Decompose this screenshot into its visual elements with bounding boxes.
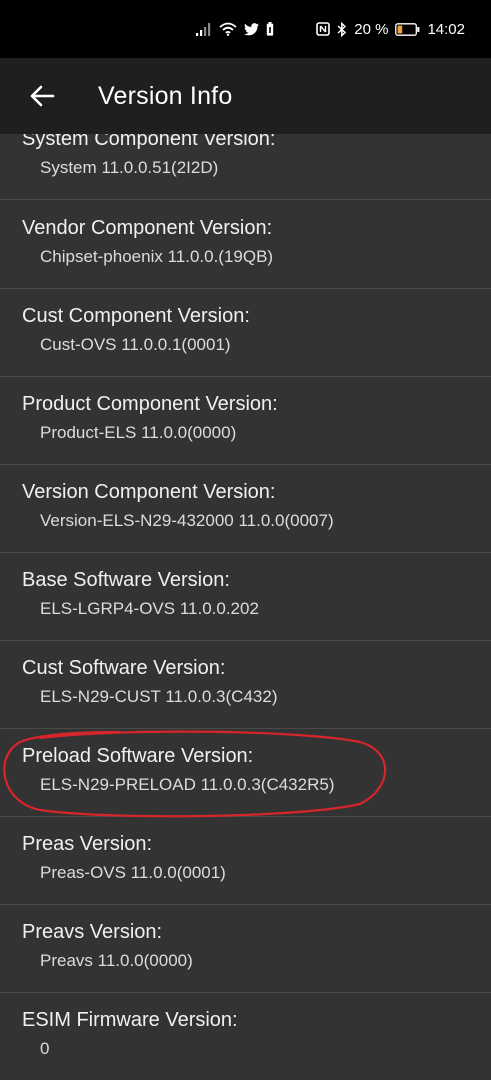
- status-bar: 20 % 14:02: [0, 0, 491, 58]
- battery-saver-icon: [266, 22, 274, 36]
- list-item-cust-component: Cust Component Version: Cust-OVS 11.0.0.…: [0, 289, 491, 377]
- item-value: Preavs 11.0.0(0000): [40, 951, 193, 970]
- item-label: Cust Component Version:: [22, 305, 250, 327]
- item-value: ELS-N29-PRELOAD 11.0.0.3(C432R5): [40, 775, 335, 794]
- app-bar: Version Info: [0, 58, 491, 134]
- item-label: Preas Version:: [22, 833, 153, 855]
- list-item-preload-software: Preload Software Version: ELS-N29-PRELOA…: [0, 729, 491, 817]
- item-value: Chipset-phoenix 11.0.0.(19QB): [40, 247, 274, 266]
- item-value: ELS-LGRP4-OVS 11.0.0.202: [40, 599, 259, 618]
- nfc-icon: [316, 22, 331, 36]
- list-item-base-software: Base Software Version: ELS-LGRP4-OVS 11.…: [0, 553, 491, 641]
- signal-icon: [196, 22, 212, 36]
- twitter-icon: [244, 22, 260, 36]
- item-value: Version-ELS-N29-432000 11.0.0(0007): [40, 511, 334, 530]
- list-item-preavs: Preavs Version: Preavs 11.0.0(0000): [0, 905, 491, 993]
- item-label: Preavs Version:: [22, 921, 163, 943]
- bluetooth-icon: [337, 21, 347, 37]
- item-value: Product-ELS 11.0.0(0000): [40, 423, 237, 442]
- item-value: 0: [40, 1039, 50, 1058]
- clock: 14:02: [427, 20, 465, 38]
- item-label: Product Component Version:: [22, 393, 278, 415]
- item-label: Preload Software Version:: [22, 745, 254, 767]
- list-item-cust-software: Cust Software Version: ELS-N29-CUST 11.0…: [0, 641, 491, 729]
- list-item-version-component: Version Component Version: Version-ELS-N…: [0, 465, 491, 553]
- list-item-preas: Preas Version: Preas-OVS 11.0.0(0001): [0, 817, 491, 905]
- item-value: Preas-OVS 11.0.0(0001): [40, 863, 226, 882]
- battery-icon: [395, 22, 420, 36]
- arrow-left-icon: [30, 85, 55, 107]
- item-value: System 11.0.0.51(2I2D): [40, 158, 219, 177]
- back-button[interactable]: [22, 76, 62, 116]
- item-label: ESIM Firmware Version:: [22, 1009, 238, 1031]
- item-value: Cust-OVS 11.0.0.1(0001): [40, 335, 231, 354]
- list-item-product-component: Product Component Version: Product-ELS 1…: [0, 377, 491, 465]
- wifi-icon: [219, 22, 237, 36]
- item-value: ELS-N29-CUST 11.0.0.3(C432): [40, 687, 278, 706]
- item-label: Vendor Component Version:: [22, 217, 273, 239]
- item-label: Cust Software Version:: [22, 657, 226, 679]
- version-info-list[interactable]: System Component Version: System 11.0.0.…: [0, 112, 491, 1080]
- battery-percent: 20 %: [354, 20, 389, 38]
- item-label: Version Component Version:: [22, 481, 276, 503]
- item-label: Base Software Version:: [22, 569, 230, 591]
- list-item-esim-firmware: ESIM Firmware Version: 0: [0, 993, 491, 1080]
- page-title: Version Info: [98, 81, 233, 110]
- list-item-vendor-component: Vendor Component Version: Chipset-phoeni…: [0, 201, 491, 289]
